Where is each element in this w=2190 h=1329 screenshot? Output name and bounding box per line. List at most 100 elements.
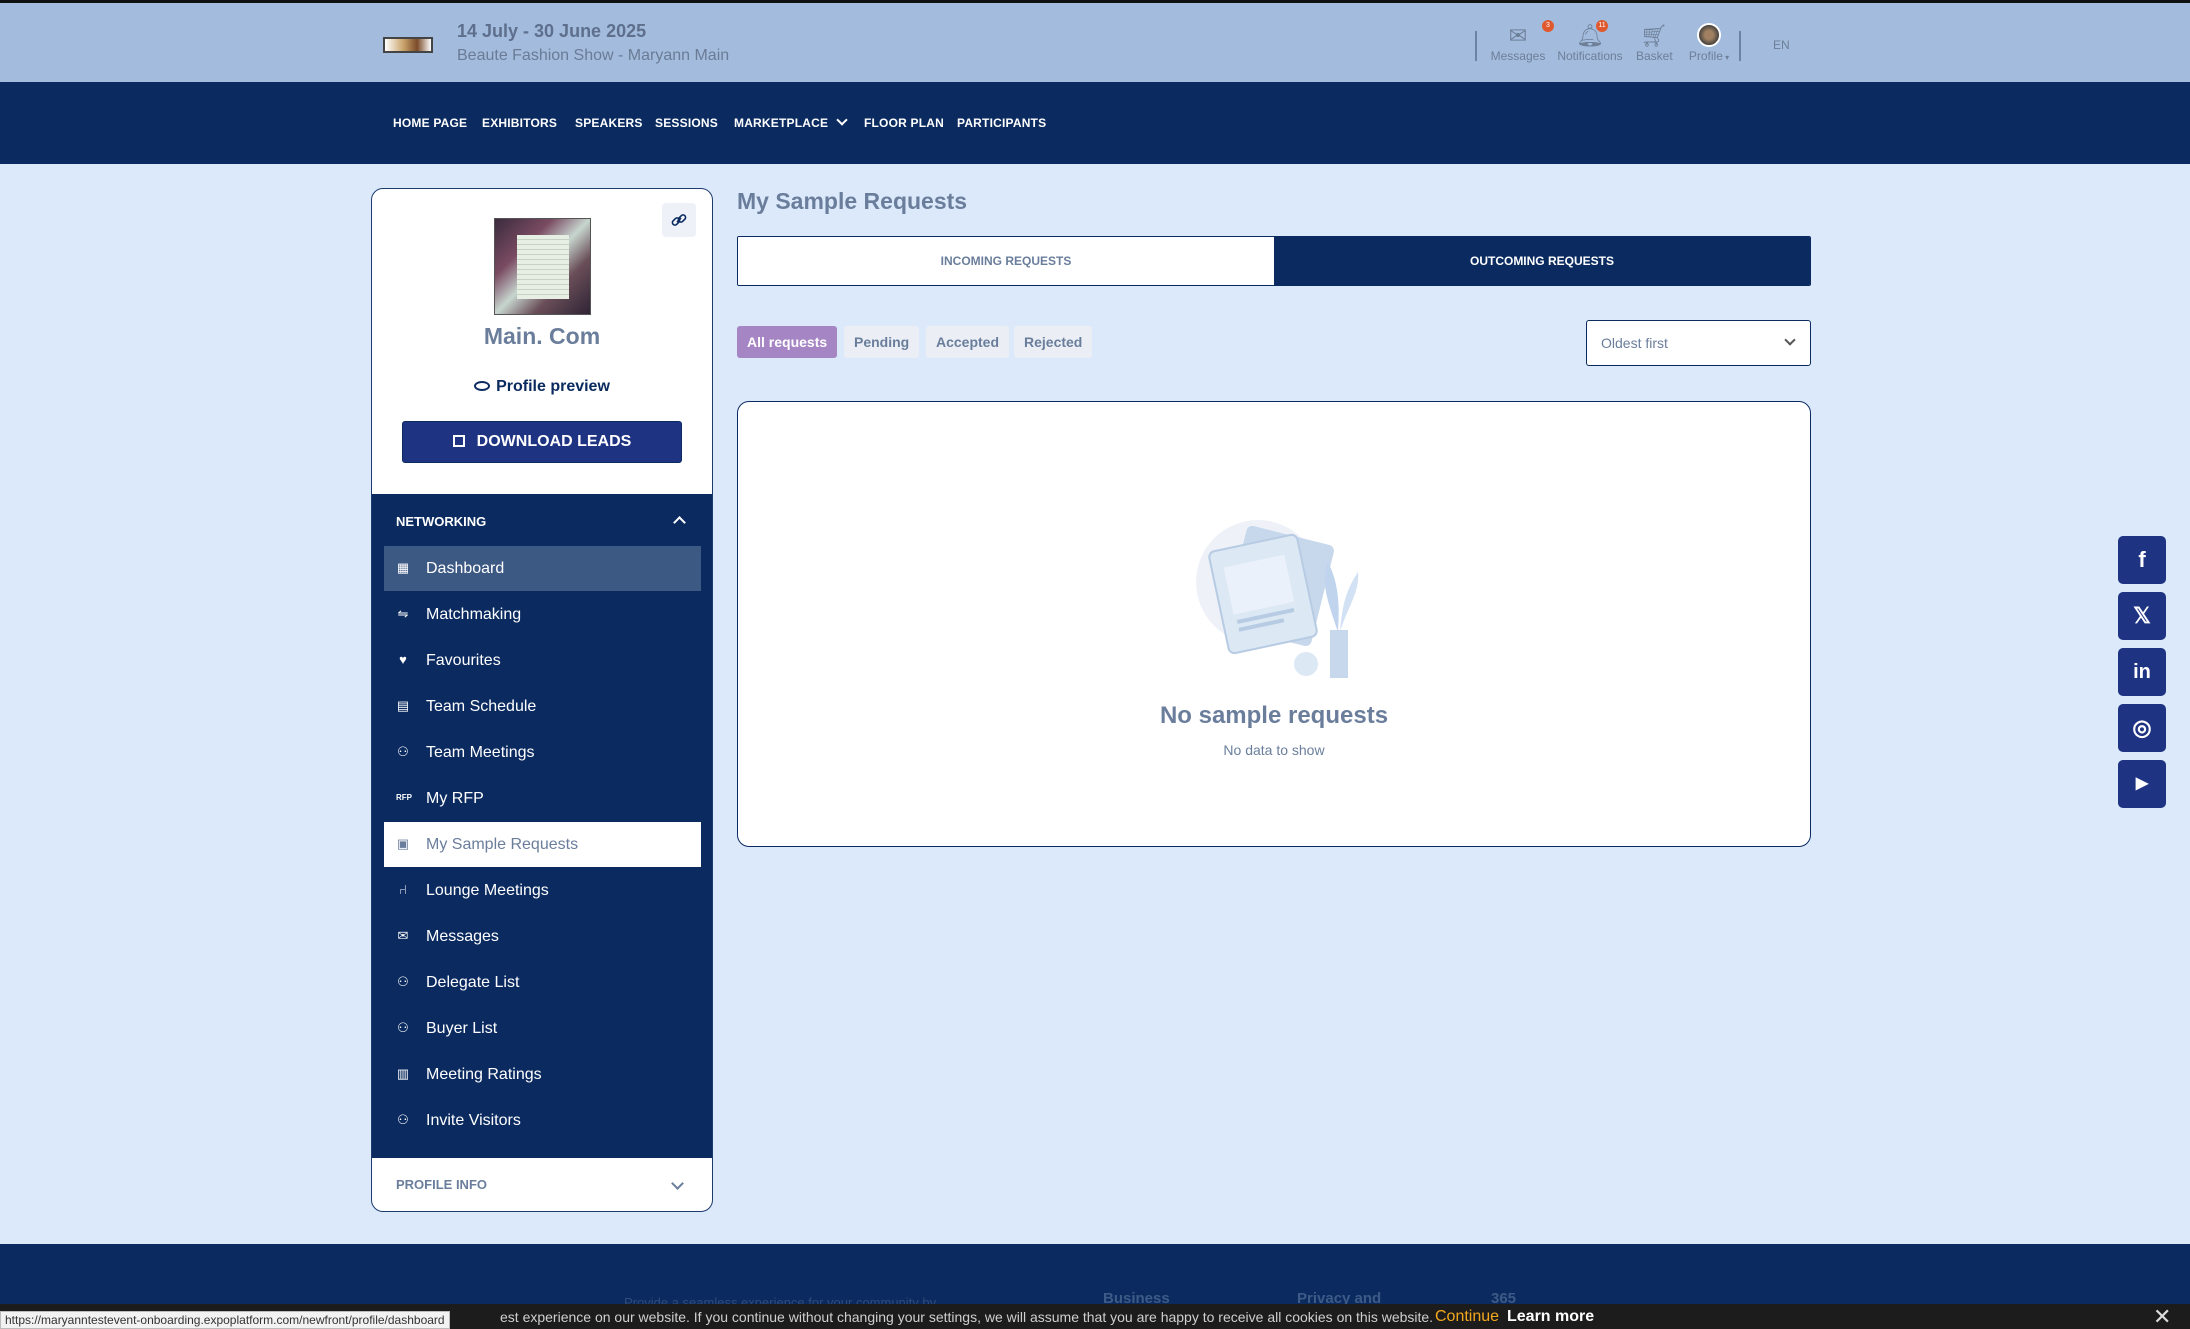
sidebar-item-favourites[interactable]: ♥ Favourites	[384, 638, 701, 683]
sidebar-item-meeting-ratings[interactable]: ▥ Meeting Ratings	[384, 1052, 701, 1097]
sidebar-item-messages[interactable]: ✉ Messages	[384, 914, 701, 959]
filter-rejected[interactable]: Rejected	[1014, 326, 1093, 358]
page-title: My Sample Requests	[737, 188, 968, 214]
filter-accepted[interactable]: Accepted	[926, 326, 1010, 358]
sidebar-item-team-meetings[interactable]: ⚇ Team Meetings	[384, 730, 701, 775]
sidebar-item-label: Buyer List	[426, 1020, 498, 1037]
sidebar-item-label: Messages	[426, 928, 499, 945]
notifications-button[interactable]: 🔔︎ 11 Notifications	[1556, 20, 1624, 63]
sidebar-item-dashboard[interactable]: ▦ Dashboard	[384, 546, 701, 591]
nav-marketplace[interactable]: MARKETPLACE	[734, 114, 848, 130]
download-leads-label: DOWNLOAD LEADS	[476, 433, 632, 450]
sidebar-item-buyer-list[interactable]: ⚇ Buyer List	[384, 1006, 701, 1051]
messages-button[interactable]: ✉ 3 Messages	[1490, 20, 1554, 63]
event-dates: 14 July - 30 June 2025	[457, 21, 647, 41]
header-divider	[1475, 31, 1477, 61]
cookie-continue-button[interactable]: Continue	[1435, 1308, 1499, 1326]
sidebar-item-label: My RFP	[426, 790, 484, 807]
language-selector[interactable]: EN	[1773, 38, 1790, 52]
eye-icon	[474, 381, 491, 391]
people-icon: ⚇	[397, 974, 409, 989]
add-user-icon: ⚇	[397, 1112, 409, 1127]
nav-marketplace-label: MARKETPLACE	[734, 116, 829, 130]
profile-name: Main. Com	[483, 323, 601, 349]
chevron-down-icon[interactable]	[671, 1177, 684, 1190]
chair-icon: ⑁	[399, 882, 407, 897]
sidebar-item-label: Lounge Meetings	[426, 882, 549, 899]
nav-exhibitors[interactable]: EXHIBITORS	[482, 116, 557, 130]
profile-preview-label: Profile preview	[496, 378, 610, 395]
download-leads-button[interactable]: DOWNLOAD LEADS	[402, 421, 682, 463]
instagram-icon[interactable]: ◎	[2118, 704, 2166, 752]
facebook-icon[interactable]: f	[2118, 536, 2166, 584]
copy-link-button[interactable]	[662, 203, 696, 237]
sidebar-item-team-schedule[interactable]: ▤ Team Schedule	[384, 684, 701, 729]
x-twitter-icon[interactable]: 𝕏	[2118, 592, 2166, 640]
event-name: Beaute Fashion Show - Maryann Main	[457, 47, 730, 64]
sort-select[interactable]: Oldest first	[1586, 320, 1811, 366]
nav-home[interactable]: HOME PAGE	[393, 116, 467, 130]
calendar-icon: ▤	[396, 698, 410, 713]
messages-label: Messages	[1490, 49, 1546, 63]
cookie-learn-more-link[interactable]: Learn more	[1507, 1308, 1594, 1326]
sidebar-item-label: Invite Visitors	[426, 1112, 521, 1129]
sort-value: Oldest first	[1601, 335, 1668, 351]
chevron-down-icon: ▾	[1722, 53, 1730, 62]
basket-label: Basket	[1636, 49, 1673, 63]
sidebar-item-label: My Sample Requests	[426, 836, 579, 853]
sidebar-item-label: Meeting Ratings	[426, 1066, 542, 1083]
heart-icon: ♥	[399, 652, 407, 667]
nav-speakers[interactable]: SPEAKERS	[575, 116, 643, 130]
sidebar-item-invite-visitors[interactable]: ⚇ Invite Visitors	[384, 1098, 701, 1143]
tab-incoming-requests[interactable]: INCOMING REQUESTS	[738, 237, 1274, 285]
empty-state-title: No sample requests	[1159, 702, 1389, 729]
sidebar-item-label: Team Meetings	[426, 744, 535, 761]
matchmaking-icon: ⇋	[397, 606, 409, 621]
profile-info-header[interactable]: PROFILE INFO	[396, 1177, 487, 1192]
nav-participants[interactable]: PARTICIPANTS	[957, 116, 1046, 130]
filter-pending[interactable]: Pending	[844, 326, 920, 358]
sidebar-item-my-rfp[interactable]: RFP My RFP	[384, 776, 701, 821]
envelope-icon: ✉	[397, 928, 409, 943]
people-icon: ⚇	[397, 1020, 409, 1035]
envelope-icon: ✉ 3	[1490, 20, 1554, 49]
bell-icon: 🔔︎ 11	[1556, 20, 1624, 49]
sidebar-item-delegate-list[interactable]: ⚇ Delegate List	[384, 960, 701, 1005]
top-header: 14 July - 30 June 2025 Beaute Fashion Sh…	[0, 0, 2190, 82]
linkedin-icon[interactable]: in	[2118, 648, 2166, 696]
empty-state-panel: No sample requests No data to show	[737, 401, 1811, 847]
sidebar-item-my-sample-requests[interactable]: ▣ My Sample Requests	[384, 822, 701, 867]
dashboard-icon: ▦	[396, 560, 410, 575]
people-icon: ⚇	[397, 744, 409, 759]
profile-preview-link[interactable]: Profile preview	[372, 378, 712, 396]
nav-floor-plan[interactable]: FLOOR PLAN	[864, 116, 944, 130]
networking-section: NETWORKING ▦ Dashboard ⇋ Matchmaking ♥ Favo…	[372, 494, 712, 1158]
nav-sessions[interactable]: SESSIONS	[655, 116, 718, 130]
header-divider	[1739, 31, 1741, 61]
event-logo[interactable]	[383, 37, 433, 53]
filter-all-requests[interactable]: All requests	[737, 326, 838, 358]
sidebar-item-matchmaking[interactable]: ⇋ Matchmaking	[384, 592, 701, 637]
empty-illustration-icon	[1196, 520, 1359, 678]
networking-header[interactable]: NETWORKING	[396, 514, 486, 529]
profile-label: Profile	[1688, 49, 1723, 63]
sidebar-item-lounge-meetings[interactable]: ⑁ Lounge Meetings	[384, 868, 701, 913]
basket-button[interactable]: 🛒︎ Basket	[1636, 23, 1673, 63]
cookie-message: est experience on our website. If you co…	[500, 1309, 1434, 1325]
tab-outcoming-requests[interactable]: OUTCOMING REQUESTS	[1274, 237, 1810, 285]
youtube-icon[interactable]: ▶	[2118, 760, 2166, 808]
chevron-up-icon[interactable]	[673, 516, 686, 529]
messages-badge: 3	[1542, 20, 1554, 32]
rfp-icon: RFP	[396, 793, 412, 802]
close-icon[interactable]: ✕	[2153, 1304, 2171, 1329]
chart-icon: ▥	[396, 1066, 410, 1081]
profile-menu-button[interactable]: Profile ▾	[1684, 23, 1734, 63]
profile-avatar	[1684, 23, 1734, 49]
cart-icon: 🛒︎	[1640, 23, 1668, 48]
box-icon: ▣	[396, 836, 410, 851]
link-icon	[671, 214, 687, 226]
empty-state-subtitle: No data to show	[1223, 742, 1325, 758]
notifications-badge: 11	[1596, 20, 1608, 32]
profile-image	[494, 218, 591, 315]
chevron-down-icon	[836, 114, 848, 126]
